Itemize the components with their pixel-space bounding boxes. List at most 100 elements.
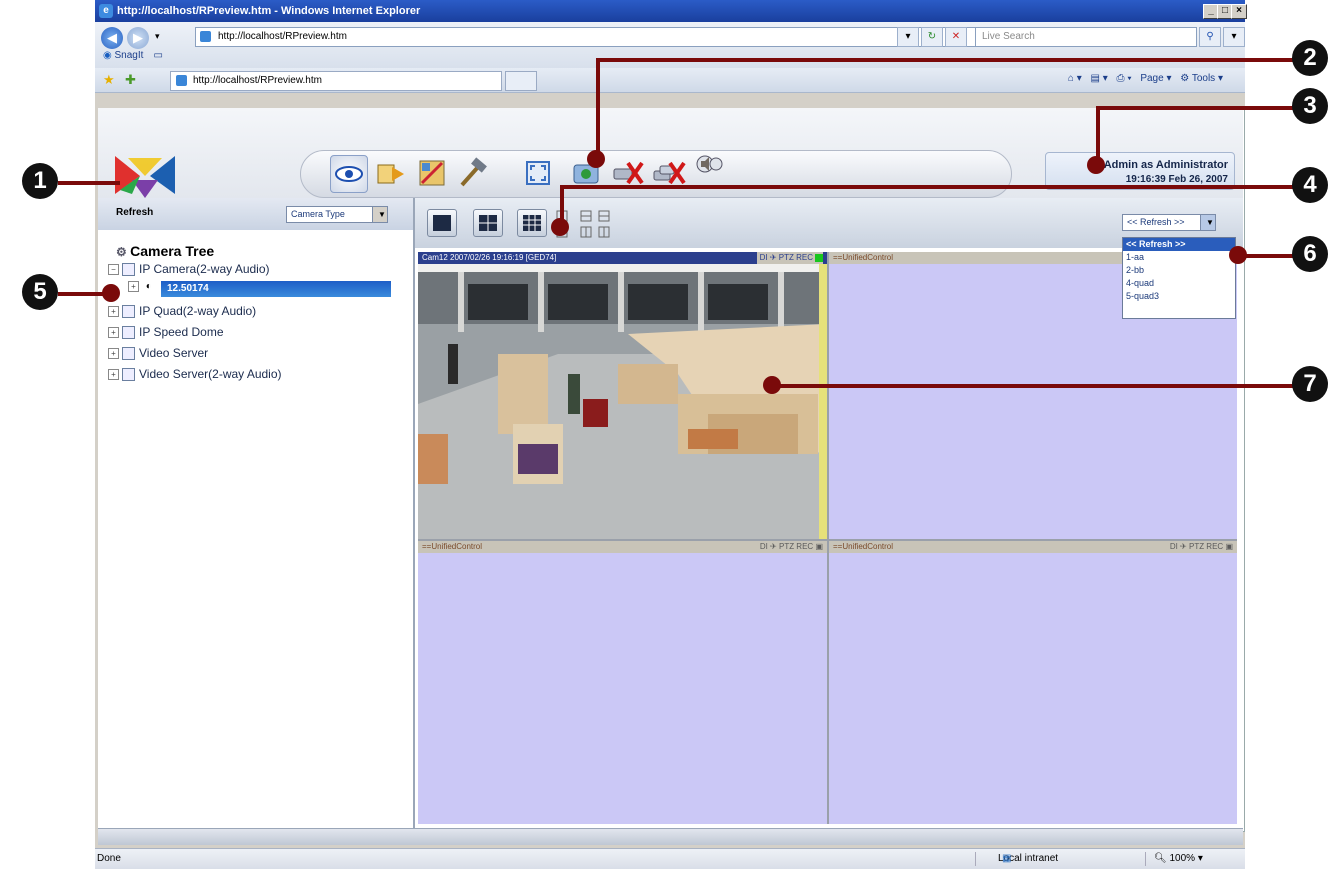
camera-group-icon (122, 263, 135, 277)
refresh-button[interactable]: Refresh (116, 207, 153, 218)
camera-tree-title-text: Camera Tree (130, 243, 215, 259)
layout-2x2-button[interactable] (473, 209, 503, 237)
tree-item-ip-speed-dome[interactable]: + IP Speed Dome (108, 325, 224, 340)
expand-icon[interactable]: + (108, 306, 119, 318)
snagit-label: SnagIt (114, 50, 144, 61)
camera-group-icon (122, 347, 135, 361)
stop-icon[interactable]: ✕ (945, 27, 967, 47)
dropdown-option[interactable]: 4-quad (1123, 277, 1235, 290)
new-tab-button[interactable] (505, 71, 537, 91)
callout-5: 5 (22, 274, 58, 310)
zoom-icon: 🔍︎ (1154, 853, 1170, 864)
stop-square-icon: ▣ (815, 542, 823, 551)
tree-item-label: Video Server (139, 346, 209, 360)
tree-item-video-server[interactable]: + Video Server (108, 346, 209, 361)
add-favorite-icon[interactable]: ✚ (125, 72, 136, 88)
print-icon[interactable]: ⎙ ▾ (1117, 73, 1132, 84)
tree-item-video-server-2way[interactable]: + Video Server(2-way Audio) (108, 367, 282, 382)
browser-tab[interactable]: http://localhost/RPreview.htm (170, 71, 502, 91)
zoom-control[interactable]: 🔍︎ 100% ▾ (1145, 852, 1236, 866)
layout-1x1-button[interactable] (427, 209, 457, 237)
address-dropdown-icon[interactable]: ▾ (897, 27, 919, 47)
chevron-down-icon[interactable]: ▼ (1200, 215, 1215, 230)
ie-icon: e (99, 4, 113, 18)
tree-item-ip-quad[interactable]: + IP Quad(2-way Audio) (108, 304, 257, 319)
video-pane-controls[interactable]: DI ✈ PTZ REC (756, 252, 823, 264)
address-field[interactable]: http://localhost/RPreview.htm (195, 27, 1012, 47)
tab-title: http://localhost/RPreview.htm (193, 75, 322, 86)
history-dropdown-icon[interactable]: ▾ (155, 31, 160, 42)
video-toolbar: << Refresh >> ▼ (415, 198, 1243, 248)
refresh-select[interactable]: << Refresh >> ▼ (1122, 214, 1216, 231)
callout-dot (551, 218, 569, 236)
collapse-icon[interactable]: − (108, 264, 119, 276)
callout-6: 6 (1292, 236, 1328, 272)
callout-line (1098, 106, 1302, 110)
home-icon[interactable]: ⌂ ▾ (1068, 73, 1082, 84)
expand-icon[interactable]: + (108, 348, 119, 360)
grid-divider-vertical (827, 252, 829, 824)
layout-3x3-button[interactable] (517, 209, 547, 237)
expand-icon[interactable]: + (108, 369, 119, 381)
tree-item-label: IP Quad(2-way Audio) (139, 304, 257, 318)
feeds-icon[interactable]: ▤ ▾ (1091, 73, 1108, 84)
camera-tree-title: ⚙ Camera Tree (116, 243, 214, 259)
search-input[interactable]: Live Search (975, 27, 1197, 47)
tree-subnode[interactable]: + ◐ (128, 281, 152, 292)
search-options-icon[interactable]: ▾ (1223, 27, 1245, 47)
dropdown-option[interactable]: 5-quad3 (1123, 290, 1235, 303)
controls-label: DI ✈ PTZ REC (759, 542, 814, 551)
favorites-star-icon[interactable]: ★ (103, 72, 115, 88)
dropdown-option[interactable]: 1-aa (1123, 251, 1235, 264)
chevron-down-icon[interactable]: ▼ (372, 207, 387, 222)
tree-item-label: IP Camera(2-way Audio) (139, 262, 270, 276)
video-pane-3[interactable]: ==UnifiedControl DI ✈ PTZ REC ▣ (418, 541, 827, 824)
snagit-capture-icon[interactable]: ▭ (153, 50, 162, 61)
back-button[interactable]: ◀ (101, 27, 123, 49)
refresh-icon[interactable]: ↻ (921, 27, 943, 47)
snagit-icon: ◉ (103, 50, 115, 61)
controls-label: DI ✈ PTZ REC (759, 253, 813, 262)
callout-4: 4 (1292, 167, 1328, 203)
callout-line (562, 185, 1302, 189)
horizontal-scrollbar[interactable] (98, 828, 1243, 845)
video-pane-controls[interactable]: DI ✈ PTZ REC ▣ (760, 541, 823, 553)
close-button[interactable]: × (1231, 4, 1247, 19)
camera-group-icon (122, 326, 135, 340)
configuration-button[interactable] (414, 155, 450, 191)
live-view-button[interactable] (330, 155, 368, 193)
page-menu[interactable]: Page ▾ (1140, 73, 1171, 84)
recording-indicator-icon (815, 253, 823, 262)
expand-icon[interactable]: + (108, 327, 119, 339)
playback-icon (377, 164, 404, 184)
video-pane-4[interactable]: ==UnifiedControl DI ✈ PTZ REC ▣ (829, 541, 1237, 824)
dropdown-option[interactable]: 2-bb (1123, 264, 1235, 277)
callout-dot (1229, 246, 1247, 264)
search-icon[interactable]: ⚲ (1199, 27, 1221, 47)
snagit-toolbar[interactable]: ◉ SnagIt ▭ (103, 50, 163, 61)
video-pane-1[interactable]: Cam12 2007/02/26 19:16:19 [GED74] DI ✈ P… (418, 252, 827, 539)
playback-button[interactable] (372, 155, 408, 191)
tools-button[interactable] (454, 155, 490, 191)
callout-dot (102, 284, 120, 302)
video-pane-name: Cam12 2007/02/26 19:16:19 [GED74] (422, 253, 557, 262)
tab-bar: ★ ✚ http://localhost/RPreview.htm ⌂ ▾ ▤ … (95, 68, 1245, 93)
forward-button[interactable]: ▶ (127, 27, 149, 49)
camera-type-value: Camera Type (291, 209, 345, 219)
callout-dot (587, 150, 605, 168)
selected-camera-node[interactable]: 12.50174 (161, 281, 391, 297)
fullscreen-button[interactable] (520, 155, 556, 191)
camera-type-select[interactable]: Camera Type ▼ (286, 206, 388, 223)
audio-button[interactable] (692, 150, 728, 186)
refresh-select-value: << Refresh >> (1127, 217, 1185, 227)
grid-divider-horizontal (418, 539, 1237, 541)
tools-menu[interactable]: ⚙ Tools ▾ (1180, 73, 1223, 84)
callout-dot (763, 376, 781, 394)
zoom-level: 100% (1169, 853, 1196, 864)
expand-icon[interactable]: + (128, 281, 139, 292)
dropdown-option[interactable]: << Refresh >> (1123, 238, 1235, 251)
tree-item-ip-camera[interactable]: − IP Camera(2-way Audio) (108, 262, 270, 277)
video-pane-titlebar: ==UnifiedControl DI ✈ PTZ REC ▣ (829, 541, 1237, 553)
tab-page-icon (176, 75, 187, 86)
video-pane-controls[interactable]: DI ✈ PTZ REC ▣ (1170, 541, 1233, 553)
